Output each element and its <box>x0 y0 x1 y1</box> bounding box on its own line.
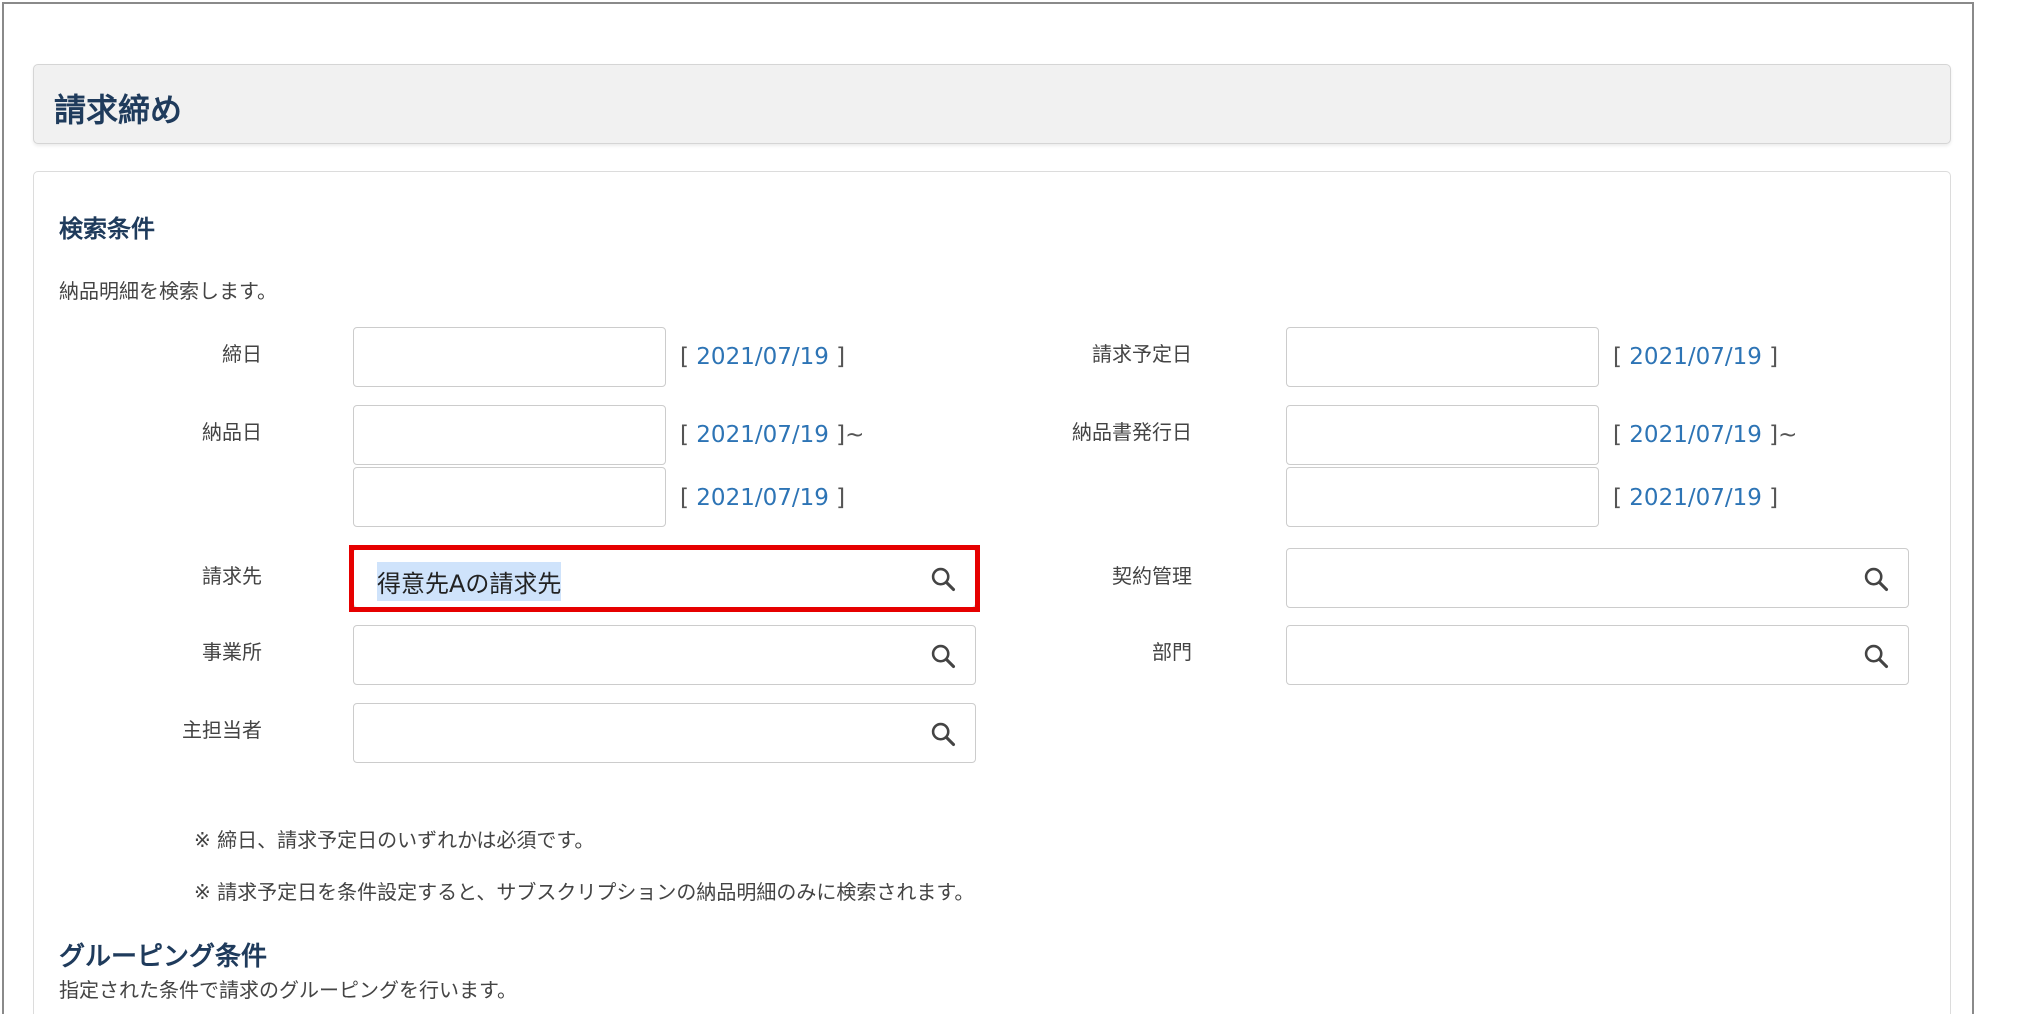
nohinbi-to-input[interactable] <box>353 467 666 527</box>
search-icon[interactable] <box>929 642 957 670</box>
note-subscription: ※ 請求予定日を条件設定すると、サブスクリプションの納品明細のみに検索されます。 <box>194 880 975 904</box>
search-icon[interactable] <box>929 720 957 748</box>
bumon-lookup[interactable] <box>1286 625 1909 685</box>
grouping-description: 指定された条件で請求のグルーピングを行います。 <box>59 978 517 1002</box>
nohinsho-hakko-label: 納品書発行日 <box>1072 420 1192 444</box>
seikyu-yotei-input[interactable] <box>1286 327 1599 387</box>
keiyaku-lookup[interactable] <box>1286 548 1909 608</box>
jigyosho-lookup[interactable] <box>353 625 976 685</box>
shimebi-input[interactable] <box>353 327 666 387</box>
search-icon[interactable] <box>1862 565 1890 593</box>
page-header: 請求締め <box>33 64 1951 144</box>
keiyaku-label: 契約管理 <box>1112 564 1192 588</box>
seikyu-yotei-label: 請求予定日 <box>1092 342 1192 366</box>
search-icon[interactable] <box>929 565 957 593</box>
search-description: 納品明細を検索します。 <box>59 279 277 303</box>
nohinsho-hakko-to-today-link[interactable]: [ 2021/07/19 ] <box>1613 485 1778 511</box>
nohinsho-hakko-from-input[interactable] <box>1286 405 1599 465</box>
shutanto-label: 主担当者 <box>182 718 262 742</box>
shimebi-label: 締日 <box>222 342 262 366</box>
nohinsho-hakko-to-input[interactable] <box>1286 467 1599 527</box>
shutanto-lookup[interactable] <box>353 703 976 763</box>
grouping-section-title: グルーピング条件 <box>59 942 268 972</box>
search-icon[interactable] <box>1862 642 1890 670</box>
seikyusaki-value: 得意先Aの請求先 <box>377 562 562 601</box>
nohinsho-hakko-from-today-link[interactable]: [ 2021/07/19 ]~ <box>1613 422 1797 448</box>
nohinbi-from-input[interactable] <box>353 405 666 465</box>
app-window: 請求締め 検索条件 納品明細を検索します。 締日 [ 2021/07/19 ] … <box>2 2 1974 1014</box>
search-section-title: 検索条件 <box>59 215 155 243</box>
nohinbi-label: 納品日 <box>202 420 262 444</box>
seikyu-yotei-today-link[interactable]: [ 2021/07/19 ] <box>1613 344 1778 370</box>
nohinbi-from-today-link[interactable]: [ 2021/07/19 ]~ <box>680 422 864 448</box>
bumon-label: 部門 <box>1152 640 1192 664</box>
seikyusaki-label: 請求先 <box>202 564 262 588</box>
jigyosho-label: 事業所 <box>202 640 262 664</box>
note-required: ※ 締日、請求予定日のいずれかは必須です。 <box>194 828 595 852</box>
nohinbi-to-today-link[interactable]: [ 2021/07/19 ] <box>680 485 845 511</box>
shimebi-today-link[interactable]: [ 2021/07/19 ] <box>680 344 845 370</box>
seikyusaki-lookup[interactable]: 得意先Aの請求先 <box>353 548 976 608</box>
page-title: 請求締め <box>54 91 183 129</box>
